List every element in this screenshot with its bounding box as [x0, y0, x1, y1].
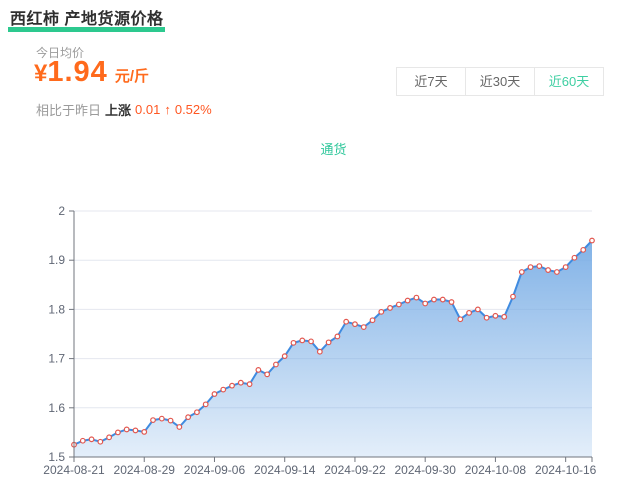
data-point[interactable]: [458, 317, 463, 322]
data-point[interactable]: [265, 372, 270, 377]
area-fill: [74, 241, 592, 457]
data-point[interactable]: [440, 297, 445, 302]
data-point[interactable]: [212, 392, 217, 397]
data-point[interactable]: [195, 410, 200, 415]
data-point[interactable]: [239, 380, 244, 385]
y-axis-label: 1.8: [48, 302, 65, 316]
data-point[interactable]: [142, 430, 147, 435]
data-point[interactable]: [484, 315, 489, 320]
data-point[interactable]: [353, 322, 358, 327]
data-point[interactable]: [537, 264, 542, 269]
data-point[interactable]: [493, 314, 498, 319]
change-percent: 0.52%: [175, 102, 212, 117]
data-point[interactable]: [590, 238, 595, 243]
x-axis-label: 2024-08-21: [43, 463, 105, 477]
today-price-row: ¥ 1.94 元/斤: [34, 56, 149, 89]
y-axis-label: 1.7: [48, 352, 65, 366]
data-point[interactable]: [370, 318, 375, 323]
change-amount: 0.01: [135, 102, 160, 117]
x-axis-label: 2024-09-22: [324, 463, 386, 477]
trend-direction-label: 上涨: [105, 100, 131, 119]
data-point[interactable]: [309, 339, 314, 344]
data-point[interactable]: [449, 300, 454, 305]
x-axis-label: 2024-10-08: [465, 463, 527, 477]
data-point[interactable]: [388, 306, 393, 311]
range-tab-7d[interactable]: 近7天: [396, 67, 466, 96]
legend-item-tonghuo[interactable]: 通货: [293, 142, 346, 157]
data-point[interactable]: [291, 341, 296, 346]
data-point[interactable]: [300, 338, 305, 343]
x-axis-label: 2024-10-16: [535, 463, 597, 477]
data-point[interactable]: [397, 302, 402, 307]
data-point[interactable]: [476, 307, 481, 312]
x-axis-label: 2024-09-06: [184, 463, 246, 477]
data-point[interactable]: [151, 418, 156, 423]
data-point[interactable]: [168, 418, 173, 423]
data-point[interactable]: [203, 402, 208, 407]
data-point[interactable]: [581, 248, 586, 253]
y-axis-label: 1.5: [48, 450, 65, 464]
data-point[interactable]: [133, 428, 138, 433]
y-axis-label: 1.9: [48, 253, 65, 267]
data-point[interactable]: [432, 297, 437, 302]
data-point[interactable]: [528, 265, 533, 270]
range-tab-60d[interactable]: 近60天: [534, 67, 604, 96]
compare-yesterday-label: 相比于昨日: [36, 100, 101, 119]
data-point[interactable]: [124, 427, 129, 432]
data-point[interactable]: [247, 382, 252, 387]
data-point[interactable]: [160, 416, 165, 421]
data-point[interactable]: [107, 435, 112, 440]
data-point[interactable]: [546, 268, 551, 273]
data-point[interactable]: [502, 314, 507, 319]
data-point[interactable]: [89, 437, 94, 442]
page-title: 西红柿 产地货源价格: [8, 5, 165, 32]
data-point[interactable]: [467, 311, 472, 316]
currency-symbol: ¥: [34, 60, 47, 88]
data-point[interactable]: [361, 325, 366, 330]
today-price-value: 1.94: [47, 56, 107, 89]
x-axis-label: 2024-09-14: [254, 463, 316, 477]
x-axis-label: 2024-09-30: [394, 463, 456, 477]
range-tab-30d[interactable]: 近30天: [465, 67, 535, 96]
time-range-tabs: 近7天 近30天 近60天: [396, 67, 604, 96]
data-point[interactable]: [318, 349, 323, 354]
data-point[interactable]: [335, 334, 340, 339]
data-point[interactable]: [177, 425, 182, 430]
data-point[interactable]: [414, 295, 419, 300]
x-axis-label: 2024-08-29: [114, 463, 176, 477]
data-point[interactable]: [423, 301, 428, 306]
data-point[interactable]: [511, 294, 516, 299]
data-point[interactable]: [519, 270, 524, 275]
y-axis-label: 2: [58, 204, 65, 218]
data-point[interactable]: [405, 298, 410, 303]
up-arrow-icon: ↑: [164, 102, 171, 117]
data-point[interactable]: [98, 439, 103, 444]
data-point[interactable]: [221, 387, 226, 392]
chart-legend: 通货: [0, 139, 640, 159]
data-point[interactable]: [572, 255, 577, 260]
data-point[interactable]: [563, 265, 568, 270]
price-unit: 元/斤: [115, 65, 149, 86]
data-point[interactable]: [80, 438, 85, 443]
data-point[interactable]: [256, 368, 261, 373]
data-point[interactable]: [116, 430, 121, 435]
data-point[interactable]: [555, 270, 560, 275]
y-axis-label: 1.6: [48, 401, 65, 415]
data-point[interactable]: [379, 310, 384, 315]
data-point[interactable]: [230, 383, 235, 388]
data-point[interactable]: [186, 415, 191, 420]
data-point[interactable]: [344, 319, 349, 324]
data-point[interactable]: [282, 354, 287, 359]
compare-row: 相比于昨日 上涨 0.01 ↑ 0.52%: [36, 100, 212, 119]
data-point[interactable]: [326, 340, 331, 345]
data-point[interactable]: [274, 362, 279, 367]
